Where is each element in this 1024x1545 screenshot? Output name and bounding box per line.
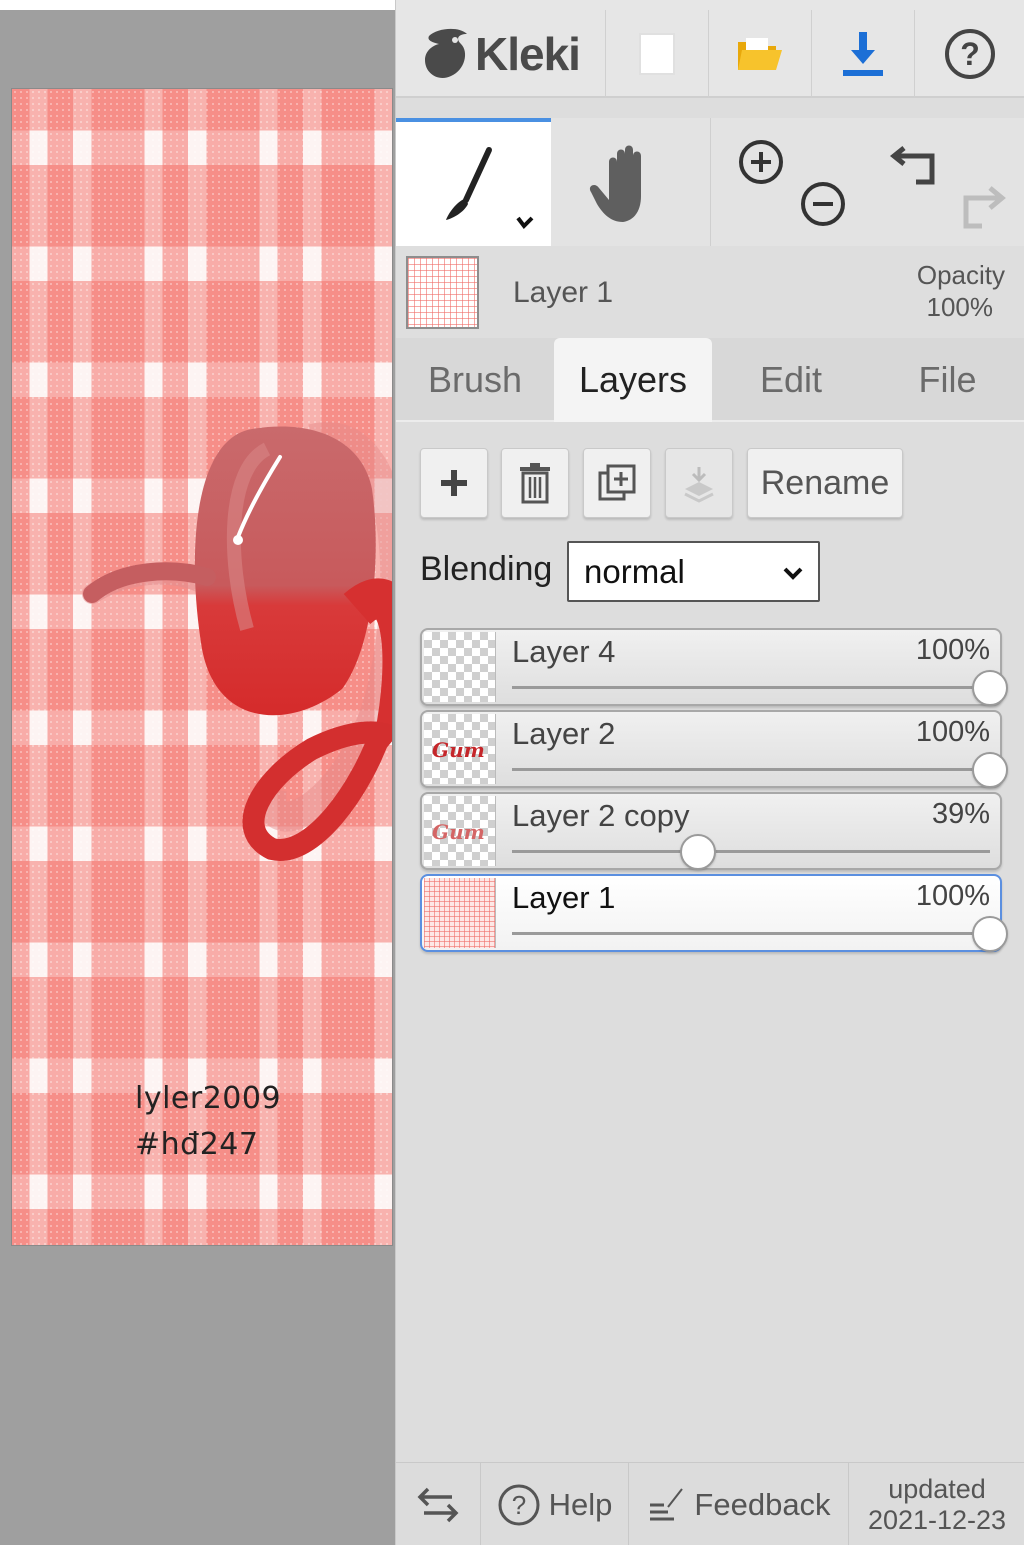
add-layer-button[interactable] bbox=[420, 448, 488, 518]
layer-name: Layer 4 bbox=[512, 634, 616, 669]
layer-thumbnail: Gum bbox=[424, 796, 496, 866]
brush-tool-button[interactable] bbox=[396, 118, 551, 246]
merge-down-button[interactable] bbox=[665, 448, 733, 518]
chevron-down-icon bbox=[516, 216, 534, 230]
slider-knob[interactable] bbox=[972, 670, 1008, 706]
trash-icon bbox=[520, 463, 550, 504]
opacity-label: Opacity bbox=[916, 260, 1005, 290]
chevron-down-icon bbox=[783, 567, 803, 580]
svg-text:?: ? bbox=[511, 1490, 525, 1520]
layer-row-layer-2-copy[interactable]: Gum Layer 2 copy 39% bbox=[420, 792, 1002, 870]
slider-knob[interactable] bbox=[680, 834, 717, 870]
delete-layer-button[interactable] bbox=[501, 448, 569, 518]
feedback-pen-icon bbox=[650, 1487, 684, 1520]
layer-opacity-slider[interactable] bbox=[512, 752, 1008, 788]
opacity-value[interactable]: 100% bbox=[927, 292, 994, 323]
current-layer-name: Layer 1 bbox=[513, 276, 614, 309]
save-download-icon bbox=[843, 32, 883, 76]
top-bar: Kleki ? bbox=[396, 0, 1024, 98]
layer-name: Layer 1 bbox=[512, 880, 616, 915]
side-panel: Kleki ? Layer 1 Opacity 100% Brush Layer… bbox=[395, 0, 1024, 1545]
zoom-tools bbox=[711, 118, 866, 246]
updated-info[interactable]: updated 2021-12-23 bbox=[849, 1463, 1024, 1545]
blending-label: Blending bbox=[420, 550, 553, 588]
updated-label: updated bbox=[888, 1473, 986, 1504]
help-button[interactable]: ? bbox=[915, 10, 1024, 98]
new-image-button[interactable] bbox=[606, 10, 709, 98]
layer-opacity: 100% bbox=[915, 880, 990, 912]
app-name: Kleki bbox=[475, 28, 581, 80]
swap-arrows-icon bbox=[417, 1487, 459, 1522]
canvas-area[interactable]: lyler2009 #hđ247 bbox=[0, 0, 395, 1545]
blending-value: normal bbox=[584, 552, 685, 590]
layers-panel: Rename Blending normal Layer 4 100% Gum … bbox=[396, 422, 1024, 1462]
open-folder-icon bbox=[738, 38, 782, 70]
feedback-link[interactable]: Feedback bbox=[629, 1463, 849, 1545]
tab-edit[interactable]: Edit bbox=[712, 338, 870, 422]
redo-icon[interactable] bbox=[946, 176, 1016, 246]
kleki-logo[interactable]: Kleki bbox=[396, 10, 606, 98]
hashtag-text: #hđ247 bbox=[135, 1127, 259, 1162]
merge-down-icon bbox=[684, 467, 714, 503]
open-image-button[interactable] bbox=[709, 10, 812, 98]
updated-date: 2021-12-23 bbox=[867, 1504, 1007, 1535]
swap-side-button[interactable] bbox=[396, 1463, 481, 1545]
layer-row-layer-4[interactable]: Layer 4 100% bbox=[420, 628, 1008, 706]
layer-opacity-slider[interactable] bbox=[512, 916, 1008, 952]
layer-name: Layer 2 bbox=[512, 716, 616, 751]
help-link[interactable]: ? Help bbox=[481, 1463, 629, 1545]
blending-select[interactable]: normal bbox=[567, 541, 820, 602]
layer-opacity: 39% bbox=[931, 798, 990, 830]
script-thumbnail-art: Gum bbox=[432, 738, 485, 762]
layer-opacity-slider[interactable] bbox=[512, 834, 990, 870]
layer-opacity: 100% bbox=[915, 634, 990, 666]
layer-thumbnail bbox=[424, 632, 496, 702]
new-image-icon bbox=[639, 33, 675, 75]
rename-layer-button[interactable]: Rename bbox=[747, 448, 903, 518]
layer-thumbnail bbox=[424, 878, 496, 948]
duplicate-layer-button[interactable] bbox=[583, 448, 651, 518]
layer-opacity: 100% bbox=[915, 716, 990, 748]
zoom-out-icon[interactable] bbox=[793, 174, 853, 234]
help-icon: ? bbox=[944, 29, 995, 79]
layer-thumbnail: Gum bbox=[424, 714, 496, 784]
drawing-canvas[interactable]: lyler2009 #hđ247 bbox=[11, 88, 393, 1246]
layer-row-layer-2[interactable]: Gum Layer 2 100% bbox=[420, 710, 1008, 788]
tab-layers[interactable]: Layers bbox=[554, 338, 712, 422]
script-letter-artwork bbox=[82, 422, 392, 861]
signature-text: lyler2009 bbox=[135, 1081, 282, 1116]
current-layer-info: Layer 1 Opacity 100% bbox=[396, 246, 1024, 338]
hand-icon bbox=[589, 145, 641, 222]
slider-knob[interactable] bbox=[972, 752, 1008, 788]
kleki-bird-icon bbox=[425, 28, 468, 79]
panel-tabs: Brush Layers Edit File bbox=[396, 338, 1024, 422]
script-thumbnail-art: Gum bbox=[432, 820, 485, 844]
feedback-label: Feedback bbox=[694, 1486, 831, 1522]
canvas-top-strip bbox=[0, 0, 395, 10]
undo-redo-tools bbox=[866, 118, 1024, 246]
layer-row-layer-1[interactable]: Layer 1 100% bbox=[420, 874, 1008, 952]
hand-tool-button[interactable] bbox=[551, 118, 711, 246]
brush-icon bbox=[446, 147, 534, 230]
save-button[interactable] bbox=[812, 10, 915, 98]
layer-opacity-slider[interactable] bbox=[512, 670, 1008, 706]
tool-row bbox=[396, 118, 1024, 246]
tab-file[interactable]: File bbox=[870, 338, 1024, 422]
current-layer-thumbnail bbox=[406, 256, 479, 329]
duplicate-icon bbox=[598, 464, 636, 501]
slider-knob[interactable] bbox=[972, 916, 1008, 952]
footer-bar: ? Help Feedback updated 2021-12-23 bbox=[396, 1462, 1024, 1545]
help-label: Help bbox=[548, 1486, 613, 1522]
tab-brush[interactable]: Brush bbox=[396, 338, 554, 422]
help-icon: ? bbox=[498, 1484, 540, 1525]
plus-icon bbox=[441, 470, 467, 496]
layer-name: Layer 2 copy bbox=[512, 798, 690, 833]
svg-text:?: ? bbox=[960, 36, 980, 72]
